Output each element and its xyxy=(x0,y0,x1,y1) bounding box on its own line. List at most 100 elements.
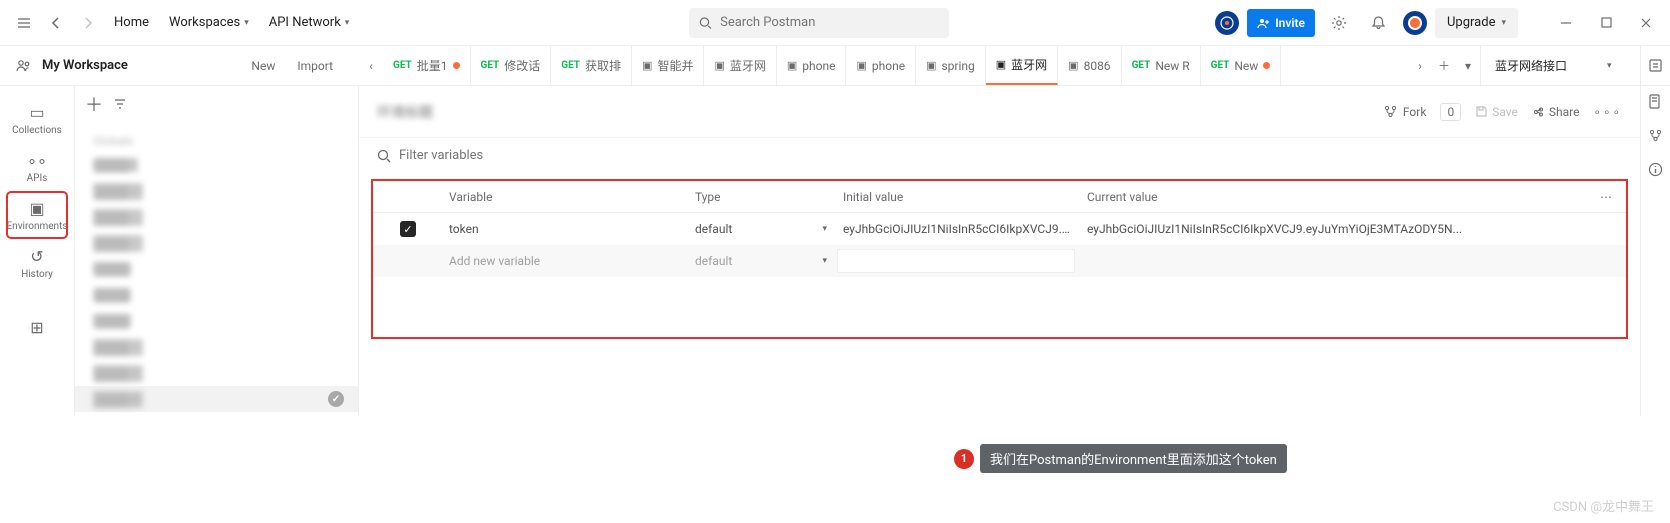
tab-scroll-left[interactable]: ‹ xyxy=(359,46,383,85)
tab[interactable]: ▣智能并 xyxy=(632,46,704,85)
nav-home[interactable]: Home xyxy=(104,15,159,30)
tab[interactable]: GETNew xyxy=(1201,46,1282,85)
sidebar-env-item[interactable]: ████8 xyxy=(75,152,358,178)
tab-label: 蓝牙网 xyxy=(1011,56,1047,73)
new-button[interactable]: New xyxy=(241,54,285,78)
sidebar-env-item[interactable]: ████ xyxy=(75,308,358,334)
filter-icon[interactable] xyxy=(113,97,127,111)
search-icon xyxy=(377,149,391,163)
sidebar-tools: ＋ xyxy=(75,86,358,122)
tab-label: 智能并 xyxy=(657,57,693,74)
upgrade-button[interactable]: Upgrade▾ xyxy=(1435,8,1518,38)
tab[interactable]: ▣phone xyxy=(846,46,916,85)
tab-label: phone xyxy=(872,59,905,73)
nav-api-network[interactable]: API Network▾ xyxy=(259,15,360,30)
info-icon[interactable] xyxy=(1648,162,1663,177)
rail-add[interactable]: ⊞ xyxy=(7,304,67,350)
hamburger-icon[interactable] xyxy=(8,7,40,39)
sidebar-env-item[interactable]: ████里 xyxy=(75,360,358,386)
notifications-icon[interactable] xyxy=(1363,7,1395,39)
tab[interactable]: GET批量1 xyxy=(383,46,471,85)
tab[interactable]: GET修改话 xyxy=(471,46,552,85)
env-tab-icon: ▣ xyxy=(787,59,797,72)
window-minimize-icon[interactable] xyxy=(1550,7,1582,39)
docs-icon[interactable] xyxy=(1648,94,1663,109)
rail-apis[interactable]: ∘∘APIs xyxy=(7,144,67,190)
nav-api-network-label: API Network xyxy=(269,15,341,30)
workspace-name[interactable]: My Workspace xyxy=(42,58,128,73)
method-badge: GET xyxy=(1211,60,1230,71)
more-icon[interactable]: ∘∘∘ xyxy=(1593,105,1622,119)
main: ‹ GET批量1GET修改话GET获取排▣智能并▣蓝牙网▣phone▣phone… xyxy=(359,46,1670,416)
checkbox-checked[interactable]: ✓ xyxy=(400,221,416,237)
filter-variables[interactable] xyxy=(377,148,1622,163)
sidebar-env-item[interactable]: ████口 xyxy=(75,230,358,256)
callout-text: 我们在Postman的Environment里面添加这个token xyxy=(980,444,1287,473)
nav-workspaces[interactable]: Workspaces▾ xyxy=(159,15,259,30)
fork-icon[interactable] xyxy=(1649,129,1662,142)
table-row-add[interactable]: Add new variable default▾ xyxy=(373,245,1626,277)
settings-icon[interactable] xyxy=(1323,7,1355,39)
window-maximize-icon[interactable] xyxy=(1590,7,1622,39)
tabstrip: ‹ GET批量1GET修改话GET获取排▣智能并▣蓝牙网▣phone▣phone… xyxy=(359,46,1670,86)
tab-tools: › ＋ ▾ xyxy=(1408,46,1480,85)
tab[interactable]: ▣spring xyxy=(916,46,986,85)
rail-history[interactable]: ↺History xyxy=(7,240,67,286)
left-rail: ▭Collections ∘∘APIs ▣Environments ↺Histo… xyxy=(0,86,75,416)
sidebar-env-item[interactable]: ████大 xyxy=(75,334,358,360)
env-quicklook-icon[interactable] xyxy=(1640,46,1670,85)
tab[interactable]: ▣phone xyxy=(777,46,847,85)
tab-menu[interactable]: ▾ xyxy=(1456,59,1480,73)
add-variable-placeholder[interactable]: Add new variable xyxy=(443,254,689,268)
sidebar-env-item[interactable]: ████口 xyxy=(75,204,358,230)
col-menu-icon[interactable]: ⋯ xyxy=(1586,190,1626,204)
tab-new[interactable]: ＋ xyxy=(1432,57,1456,74)
history-icon: ↺ xyxy=(30,247,43,266)
share-button[interactable]: Share xyxy=(1532,105,1580,119)
rail-label: Collections xyxy=(12,125,62,136)
fork-button[interactable]: Fork xyxy=(1384,105,1427,119)
forward-icon[interactable] xyxy=(72,7,104,39)
rail-collections[interactable]: ▭Collections xyxy=(7,96,67,142)
sidebar-env-item[interactable]: ████ xyxy=(75,282,358,308)
method-badge: GET xyxy=(1132,60,1151,71)
search-box[interactable] xyxy=(689,8,949,38)
back-icon[interactable] xyxy=(40,7,72,39)
rail-environments[interactable]: ▣Environments xyxy=(7,192,67,238)
tab[interactable]: ▣蓝牙网 xyxy=(986,46,1058,85)
env-selector-label: 蓝牙网络接口 xyxy=(1495,57,1567,74)
explore-icon[interactable] xyxy=(1215,11,1239,35)
import-button[interactable]: Import xyxy=(287,54,343,78)
env-tab-icon: ▣ xyxy=(714,59,724,72)
sidebar: ＋ Globals ████8████地████口████口████ ████ … xyxy=(75,86,359,416)
tab-scroll-right[interactable]: › xyxy=(1408,59,1432,73)
window-close-icon[interactable] xyxy=(1630,7,1662,39)
cell-type[interactable]: default▾ xyxy=(689,222,837,236)
tab[interactable]: ▣蓝牙网 xyxy=(704,46,776,85)
tab[interactable]: GET获取排 xyxy=(551,46,632,85)
environment-selector[interactable]: 蓝牙网络接口 ▾ xyxy=(1480,46,1640,85)
env-tab-icon: ▣ xyxy=(926,59,936,72)
filter-input[interactable] xyxy=(399,148,565,163)
upgrade-label: Upgrade xyxy=(1447,15,1495,30)
environments-icon: ▣ xyxy=(29,199,44,218)
sidebar-env-item[interactable]: ████ xyxy=(75,256,358,282)
tab[interactable]: ▣8086 xyxy=(1058,46,1121,85)
tab-label: 批量1 xyxy=(417,57,448,74)
cell-current[interactable]: eyJhbGciOiJIUzI1NiIsInR5cCI6IkpXVCJ9.eyJ… xyxy=(1081,222,1586,236)
cell-variable[interactable]: token xyxy=(443,222,689,236)
cell-type[interactable]: default▾ xyxy=(689,254,837,268)
sidebar-env-item[interactable]: ████地 xyxy=(75,178,358,204)
avatar[interactable] xyxy=(1403,11,1427,35)
invite-button[interactable]: Invite xyxy=(1247,9,1315,37)
save-label: Save xyxy=(1492,105,1518,119)
sidebar-env-item[interactable]: ████里✓ xyxy=(75,386,358,412)
search-input[interactable] xyxy=(720,15,939,30)
cell-initial-empty[interactable] xyxy=(837,249,1075,273)
table-row[interactable]: ✓ token default▾ eyJhbGciOiJIUzI1NiIsInR… xyxy=(373,213,1626,245)
cell-initial[interactable]: eyJhbGciOiJIUzI1NiIsInR5cCI6IkpXVCJ9.e..… xyxy=(837,222,1081,236)
save-button: Save xyxy=(1475,105,1518,119)
watermark: CSDN @龙中舞王 xyxy=(1553,496,1654,515)
plus-icon[interactable]: ＋ xyxy=(85,91,103,117)
tab[interactable]: GETNew R xyxy=(1122,46,1201,85)
